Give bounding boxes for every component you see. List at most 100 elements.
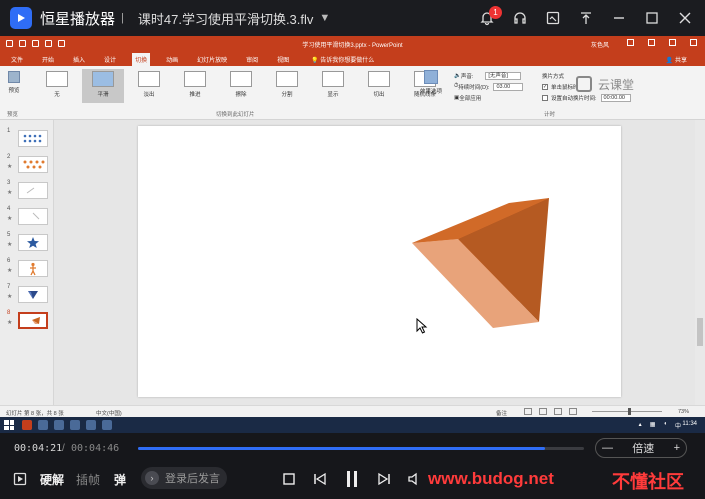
on-click-label: 单击鼠标时 <box>551 84 579 91</box>
editor-scrollbar <box>695 120 705 405</box>
animation-star: ★ <box>7 294 13 300</box>
speed-label[interactable]: 倍速 <box>632 440 654 456</box>
animation-star: ★ <box>7 268 13 274</box>
maximize-icon[interactable] <box>638 4 666 32</box>
sound-label: 声音: <box>460 73 474 80</box>
transition-none: 无 <box>36 69 78 103</box>
timing-group-label: 计时 <box>544 112 556 118</box>
chevron-down-icon[interactable]: ▼ <box>319 12 330 24</box>
animation-star: ★ <box>7 242 13 248</box>
next-icon[interactable] <box>376 469 392 489</box>
progress-bar[interactable] <box>138 447 584 450</box>
playlist-icon[interactable] <box>12 469 28 489</box>
speed-increase-button[interactable]: + <box>674 442 680 454</box>
tell-me-search: 💡 告诉我你想要做什么 <box>311 57 375 64</box>
progress-row: 00:04:21 / 00:04:46 — 倍速 + <box>0 433 705 461</box>
after-input: 00:00.00 <box>600 93 631 102</box>
ribbon-display-icon <box>627 39 634 46</box>
preview-icon <box>8 71 20 83</box>
speed-control: — 倍速 + <box>595 438 687 458</box>
recorder-icon <box>86 420 96 430</box>
transition-push: 推进 <box>174 69 216 103</box>
headset-icon[interactable] <box>506 4 534 32</box>
previous-icon[interactable] <box>312 469 328 489</box>
explorer-icon <box>70 420 80 430</box>
ppt-user-name: 灰色风 <box>590 43 609 49</box>
video-frame[interactable]: 学习使用平滑切换3.pptx - PowerPoint 灰色风 文件 开始 插入… <box>0 36 705 433</box>
slide-number: 3 <box>7 180 11 186</box>
preview-label: 预览 <box>8 88 20 94</box>
share-button: 👤 共享 <box>665 58 687 64</box>
slide-thumbnail: 5 ★ <box>0 232 54 254</box>
ppt-window-controls <box>627 39 697 46</box>
player-window: 恒星播放器 | 课时47.学习使用平滑切换.3.flv ▼ 1 学习使用平滑切换… <box>0 0 705 499</box>
slide-preview <box>18 182 48 199</box>
tab-review: 审阅 <box>246 57 259 64</box>
edge-icon <box>54 420 64 430</box>
slide-thumbnail: 2 ★ <box>0 154 54 176</box>
transition-label: 切出 <box>373 92 385 98</box>
app-icon <box>102 420 112 430</box>
slide-number: 2 <box>7 154 11 160</box>
slide-number: 8 <box>7 310 11 316</box>
screenshot-icon[interactable] <box>539 4 567 32</box>
pin-top-icon[interactable] <box>572 4 600 32</box>
hard-decode-button[interactable]: 硬解 <box>40 471 64 488</box>
close-icon[interactable] <box>671 4 699 32</box>
volume-icon[interactable] <box>407 469 423 489</box>
transition-morph-icon <box>92 71 114 87</box>
effect-options-button: 效果选项 <box>418 70 444 95</box>
progress-fill <box>138 447 545 450</box>
transition-wipe-icon <box>230 71 252 87</box>
frame-interp-button[interactable]: 插帧 <box>76 471 100 488</box>
slide-thumbnail-selected: 8 ★ <box>0 310 54 332</box>
sorter-view-icon <box>539 408 547 415</box>
sound-dropdown: [无声音] <box>485 71 522 80</box>
slide-preview <box>18 260 48 277</box>
scrollbar-thumb <box>697 318 703 346</box>
preview-group-label: 预览 <box>7 112 19 118</box>
taskbar-apps <box>22 420 112 430</box>
slide-thumbnail: 4 ★ <box>0 206 54 228</box>
mouse-cursor-icon <box>416 318 428 334</box>
zoom-level: 73% <box>677 409 689 415</box>
danmu-toggle-button[interactable]: 弹 <box>114 471 126 488</box>
duration-input: 03.00 <box>493 82 524 91</box>
ppt-maximize-icon <box>669 39 676 46</box>
orange-pyramid-shape <box>412 198 549 328</box>
animation-star: ★ <box>7 320 13 326</box>
transition-none-icon <box>46 71 68 87</box>
app-logo-icon <box>10 7 32 29</box>
pause-icon[interactable] <box>343 469 361 489</box>
animation-star: ★ <box>7 190 13 196</box>
share-label: 共享 <box>674 58 687 64</box>
stop-icon[interactable] <box>281 469 297 489</box>
windows-start-icon <box>4 420 14 430</box>
transition-fade: 淡出 <box>128 69 170 103</box>
danmu-input[interactable]: › 登录后发言 <box>141 467 227 489</box>
slide-thumbnail: 6 ★ <box>0 258 54 280</box>
slide-preview <box>18 130 48 147</box>
powerpoint-taskbar-icon <box>22 420 32 430</box>
slide-counter: 幻灯片 第 8 张，共 8 张 <box>6 411 64 417</box>
transition-cut-icon <box>368 71 390 87</box>
yunketang-text: 云课堂 <box>598 77 635 92</box>
title-separator: | <box>121 12 124 24</box>
slide-preview <box>18 234 48 251</box>
ppt-ribbon-tabs: 文件 开始 插入 设计 切换 动画 幻灯片放映 审阅 视图 💡 告诉我你想要做什… <box>0 52 705 66</box>
slide-number: 6 <box>7 258 11 264</box>
slide-preview <box>18 312 48 329</box>
transition-label: 淡出 <box>143 92 155 98</box>
zoom-slider <box>592 411 662 412</box>
slideshow-view-icon <box>569 408 577 415</box>
slide-number: 4 <box>7 206 11 212</box>
notification-bell-icon[interactable]: 1 <box>473 4 502 32</box>
danmu-placeholder: 登录后发言 <box>165 473 220 485</box>
preview-button: 预览 <box>6 71 22 94</box>
system-tray: ▴ ▦ ◖ 中 <box>639 421 681 430</box>
slide-editor <box>54 120 705 405</box>
transition-split-icon <box>276 71 298 87</box>
speed-decrease-button[interactable]: — <box>602 442 613 454</box>
minimize-icon[interactable] <box>605 4 633 32</box>
current-slide <box>138 126 621 397</box>
